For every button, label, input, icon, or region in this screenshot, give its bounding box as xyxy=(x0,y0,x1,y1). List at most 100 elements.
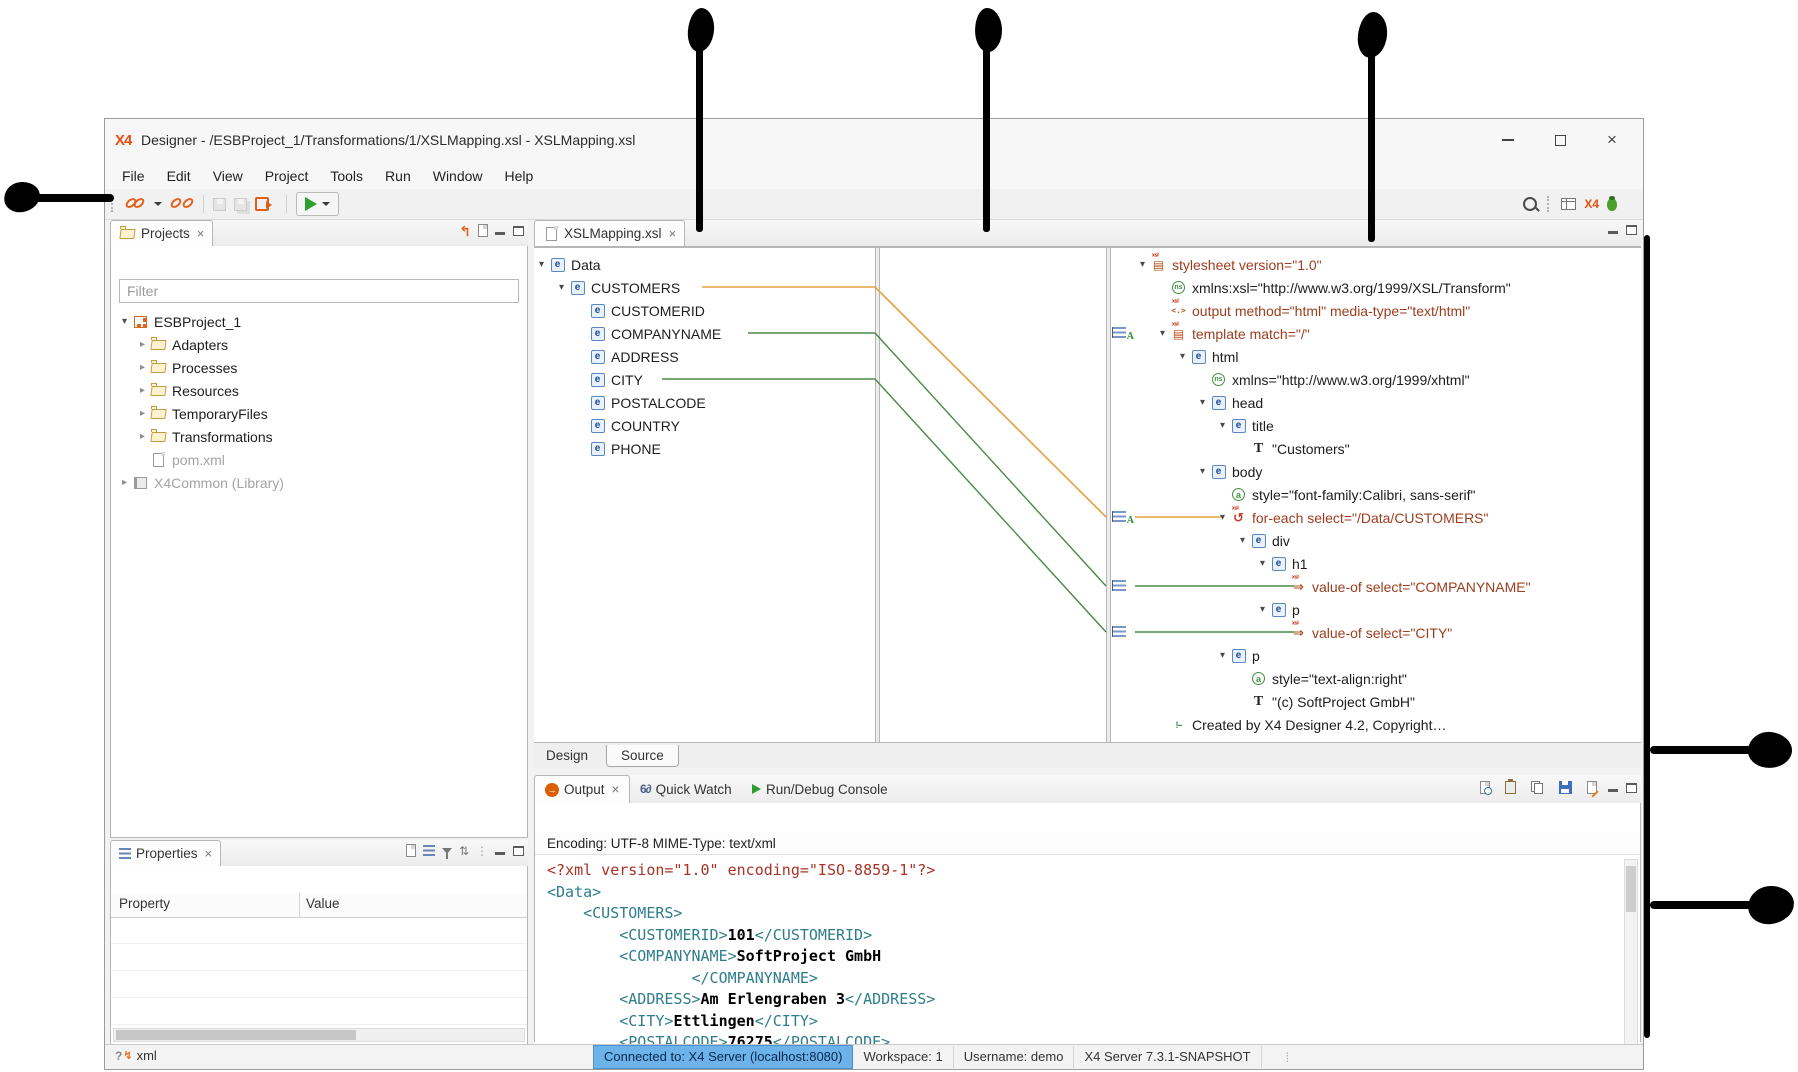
menu-file[interactable]: File xyxy=(111,168,156,184)
tab-quick-watch[interactable]: 6∂Quick Watch xyxy=(630,775,742,803)
source-node-item[interactable]: CUSTOMERID xyxy=(534,299,875,322)
mapping-canvas[interactable] xyxy=(878,248,1106,742)
debug-button[interactable] xyxy=(1607,198,1617,211)
save-as-icon[interactable] xyxy=(1587,781,1597,794)
menu-project[interactable]: Project xyxy=(254,168,320,184)
chevron-expanded-icon[interactable]: ▾ xyxy=(1135,259,1150,270)
scrollbar-thumb[interactable] xyxy=(116,1030,356,1040)
property-column-header[interactable]: Property xyxy=(119,896,170,911)
perspective-button[interactable] xyxy=(1561,198,1576,210)
open-in-editor-icon[interactable] xyxy=(1480,781,1490,794)
xslt-node-item[interactable]: output method="html" media-type="text/ht… xyxy=(1109,299,1641,322)
link-with-editor-icon[interactable]: ↰ xyxy=(459,225,471,237)
menu-run[interactable]: Run xyxy=(374,168,422,184)
mapping-anchor-icon[interactable] xyxy=(1110,578,1136,594)
tab-xslmapping[interactable]: XSLMapping.xsl × xyxy=(534,220,685,246)
chevron-expanded-icon[interactable]: ▾ xyxy=(1175,351,1190,362)
project-tree-item[interactable]: ▸Transformations xyxy=(115,425,523,448)
close-icon[interactable]: × xyxy=(669,226,677,241)
chevron-collapsed-icon[interactable]: ▸ xyxy=(135,339,150,350)
xslt-node-item[interactable]: ▾template match="/" xyxy=(1109,322,1641,345)
filter-icon[interactable] xyxy=(442,848,452,854)
maximize-panel-icon[interactable] xyxy=(1626,783,1637,793)
xslt-node-item[interactable]: "Customers" xyxy=(1109,437,1641,460)
chevron-expanded-icon[interactable]: ▾ xyxy=(534,259,549,270)
xslt-node-item[interactable]: value-of select="CITY" xyxy=(1109,621,1641,644)
xslt-node-item[interactable]: "(c) SoftProject GmbH" xyxy=(1109,690,1641,713)
maximize-panel-icon[interactable] xyxy=(513,846,524,856)
close-icon[interactable]: × xyxy=(612,782,620,797)
reload-mapping-button[interactable] xyxy=(255,197,269,211)
xslt-node-item[interactable]: Created by X4 Designer 4.2, Copyright… xyxy=(1109,713,1641,736)
close-button[interactable]: × xyxy=(1589,125,1635,155)
tab-design[interactable]: Design xyxy=(534,748,600,763)
view-menu-icon[interactable]: ⋮ xyxy=(476,845,488,857)
xslt-node-item[interactable]: ▾body xyxy=(1109,460,1641,483)
xslt-node-item[interactable]: ▾h1 xyxy=(1109,552,1641,575)
table-row[interactable] xyxy=(111,917,527,944)
chevron-collapsed-icon[interactable]: ▸ xyxy=(117,477,132,488)
source-node-item[interactable]: COMPANYNAME xyxy=(534,322,875,345)
minimize-panel-icon[interactable] xyxy=(1608,782,1619,793)
chevron-down-icon[interactable] xyxy=(322,202,330,206)
sort-icon[interactable]: ⇅ xyxy=(459,845,469,857)
menu-help[interactable]: Help xyxy=(494,168,545,184)
xslt-node-item[interactable]: ▾title xyxy=(1109,414,1641,437)
minimize-panel-icon[interactable] xyxy=(1608,224,1619,235)
mapping-anchor-icon[interactable] xyxy=(1110,624,1136,640)
project-tree-item[interactable]: pom.xml xyxy=(115,448,523,471)
maximize-button[interactable] xyxy=(1537,125,1583,155)
chevron-expanded-icon[interactable]: ▾ xyxy=(1195,397,1210,408)
save-all-button[interactable] xyxy=(234,198,247,211)
maximize-panel-icon[interactable] xyxy=(1626,225,1637,235)
tab-projects[interactable]: Projects × xyxy=(110,220,213,246)
xslt-node-item[interactable]: xmlns:xsl="http://www.w3.org/1999/XSL/Tr… xyxy=(1109,276,1641,299)
chevron-expanded-icon[interactable]: ▾ xyxy=(1195,466,1210,477)
new-property-icon[interactable] xyxy=(406,844,416,857)
menu-window[interactable]: Window xyxy=(422,168,494,184)
xslt-node-item[interactable]: value-of select="COMPANYNAME" xyxy=(1109,575,1641,598)
xslt-node-item[interactable]: ▾html xyxy=(1109,345,1641,368)
project-tree-item[interactable]: ▸Adapters xyxy=(115,333,523,356)
minimize-panel-icon[interactable] xyxy=(495,845,506,856)
table-row[interactable] xyxy=(111,971,527,998)
chevron-expanded-icon[interactable]: ▾ xyxy=(1235,535,1250,546)
project-tree-item[interactable]: ▸Resources xyxy=(115,379,523,402)
focus-active-file-icon[interactable] xyxy=(478,224,488,237)
source-node-item[interactable]: ▾CUSTOMERS xyxy=(534,276,875,299)
tab-source[interactable]: Source xyxy=(606,745,679,767)
properties-hscrollbar[interactable] xyxy=(113,1028,525,1042)
xslt-node-item[interactable]: xmlns="http://www.w3.org/1999/xhtml" xyxy=(1109,368,1641,391)
close-icon[interactable]: × xyxy=(197,226,205,241)
tab-run-debug-console[interactable]: Run/Debug Console xyxy=(742,775,898,803)
chevron-collapsed-icon[interactable]: ▸ xyxy=(135,362,150,373)
copy-icon[interactable] xyxy=(1531,781,1544,794)
tree-mode-icon[interactable] xyxy=(423,845,435,856)
xslt-node-item[interactable]: ▾div xyxy=(1109,529,1641,552)
value-column-header[interactable]: Value xyxy=(306,896,340,911)
menu-view[interactable]: View xyxy=(202,168,254,184)
source-node-item[interactable]: COUNTRY xyxy=(534,414,875,437)
source-node-item[interactable]: ▾Data xyxy=(534,253,875,276)
maximize-panel-icon[interactable] xyxy=(513,226,524,236)
close-icon[interactable]: × xyxy=(205,846,213,861)
save-button[interactable] xyxy=(213,198,226,211)
filter-input[interactable] xyxy=(119,279,519,303)
xml-output[interactable]: <?xml version="1.0" encoding="ISO-8859-1… xyxy=(535,855,1640,1051)
project-tree-item[interactable]: ▸TemporaryFiles xyxy=(115,402,523,425)
xslt-node-item[interactable]: style="font-family:Calibri, sans-serif" xyxy=(1109,483,1641,506)
mapping-anchor-icon[interactable] xyxy=(1110,325,1136,341)
chevron-collapsed-icon[interactable]: ▸ xyxy=(135,408,150,419)
run-button[interactable] xyxy=(296,192,339,216)
map-link-button[interactable] xyxy=(125,197,162,211)
source-node-item[interactable]: POSTALCODE xyxy=(534,391,875,414)
clipboard-icon[interactable] xyxy=(1505,781,1516,794)
source-node-item[interactable]: PHONE xyxy=(534,437,875,460)
mapping-anchor-icon[interactable] xyxy=(1110,509,1136,525)
xslt-node-item[interactable]: ▾head xyxy=(1109,391,1641,414)
menu-tools[interactable]: Tools xyxy=(319,168,374,184)
chevron-expanded-icon[interactable]: ▾ xyxy=(117,316,132,327)
xslt-node-item[interactable]: ▾p xyxy=(1109,598,1641,621)
chevron-down-icon[interactable] xyxy=(154,202,162,206)
chevron-expanded-icon[interactable]: ▾ xyxy=(1255,558,1270,569)
